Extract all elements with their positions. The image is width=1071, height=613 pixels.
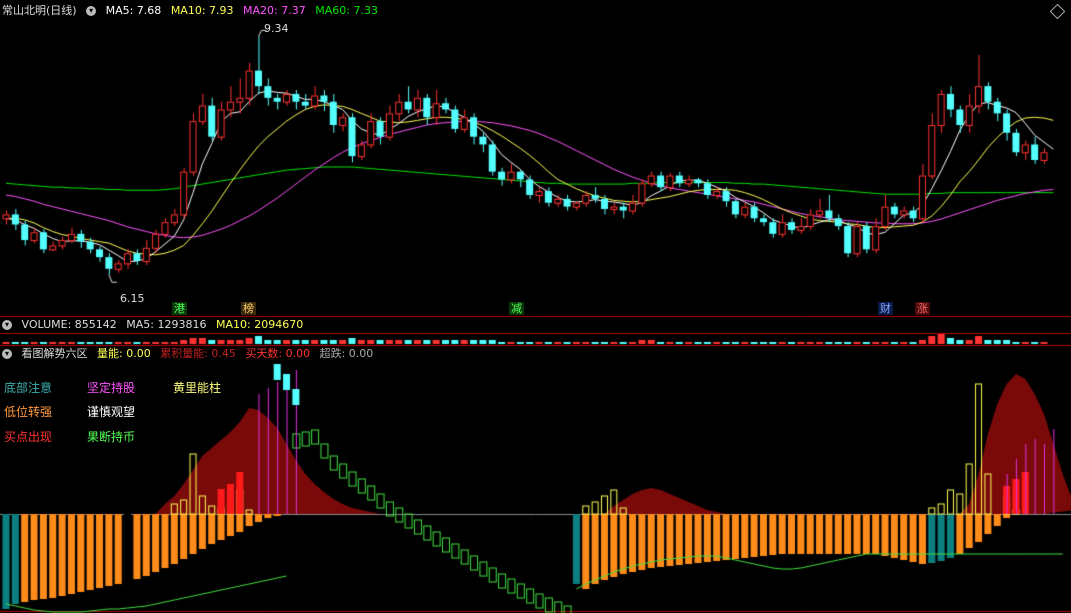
legend-buy-point: 买点出现: [4, 430, 53, 444]
event-tag-jian[interactable]: 减: [509, 302, 524, 315]
event-tag-bang[interactable]: 榜: [241, 302, 256, 315]
main-chart-header: 常山北明(日线) ▾ MA5: 7.68 MA10: 7.93 MA20: 7.…: [2, 4, 384, 18]
indicator-title: 看图解势六区: [21, 347, 88, 360]
volume-header: ▾ VOLUME: 855142 MA5: 1293816 MA10: 2094…: [2, 318, 309, 332]
high-price-label: 9.34: [264, 22, 289, 35]
volume-ma5: MA5: 1293816: [126, 318, 207, 331]
leiji-value: 累积量能: 0.45: [160, 347, 236, 360]
volume-value: VOLUME: 855142: [21, 318, 117, 331]
chevron-down-icon[interactable]: ▾: [2, 320, 12, 330]
indicator-header: ▾ 看图解势六区 量能: 0.00 累积量能: 0.45 买天数: 0.00 超…: [2, 347, 379, 361]
stock-title: 常山北明(日线): [2, 4, 77, 17]
chevron-down-icon[interactable]: ▾: [86, 6, 97, 16]
low-price-label: 6.15: [120, 292, 145, 305]
chevron-down-icon[interactable]: ▾: [2, 349, 12, 359]
legend-bottom-notice: 底部注意: [4, 381, 53, 395]
legend-cautious: 谨慎观望: [87, 405, 136, 419]
ma5-value: MA5: 7.68: [105, 4, 162, 17]
ma10-value: MA10: 7.93: [170, 4, 234, 17]
stock-chart-canvas[interactable]: [0, 0, 1071, 613]
chaodie-value: 超跌: 0.00: [319, 347, 374, 360]
event-tag-cai[interactable]: 财: [878, 302, 893, 315]
maitianshu-value: 买天数: 0.00: [245, 347, 311, 360]
legend-low-strengthen: 低位转强: [4, 405, 53, 419]
legend-hold-cash: 果断持币: [87, 430, 136, 444]
event-tag-zhang[interactable]: 涨: [915, 302, 930, 315]
ma60-value: MA60: 7.33: [315, 4, 378, 17]
event-tag-gang[interactable]: 港: [172, 302, 187, 315]
legend-energy-bar: 黄里能柱: [173, 381, 222, 395]
volume-ma10: MA10: 2094670: [215, 318, 304, 331]
ma20-value: MA20: 7.37: [243, 4, 306, 17]
liangneng-value: 量能: 0.00: [97, 347, 151, 360]
legend-hold-firm: 坚定持股: [87, 381, 136, 395]
